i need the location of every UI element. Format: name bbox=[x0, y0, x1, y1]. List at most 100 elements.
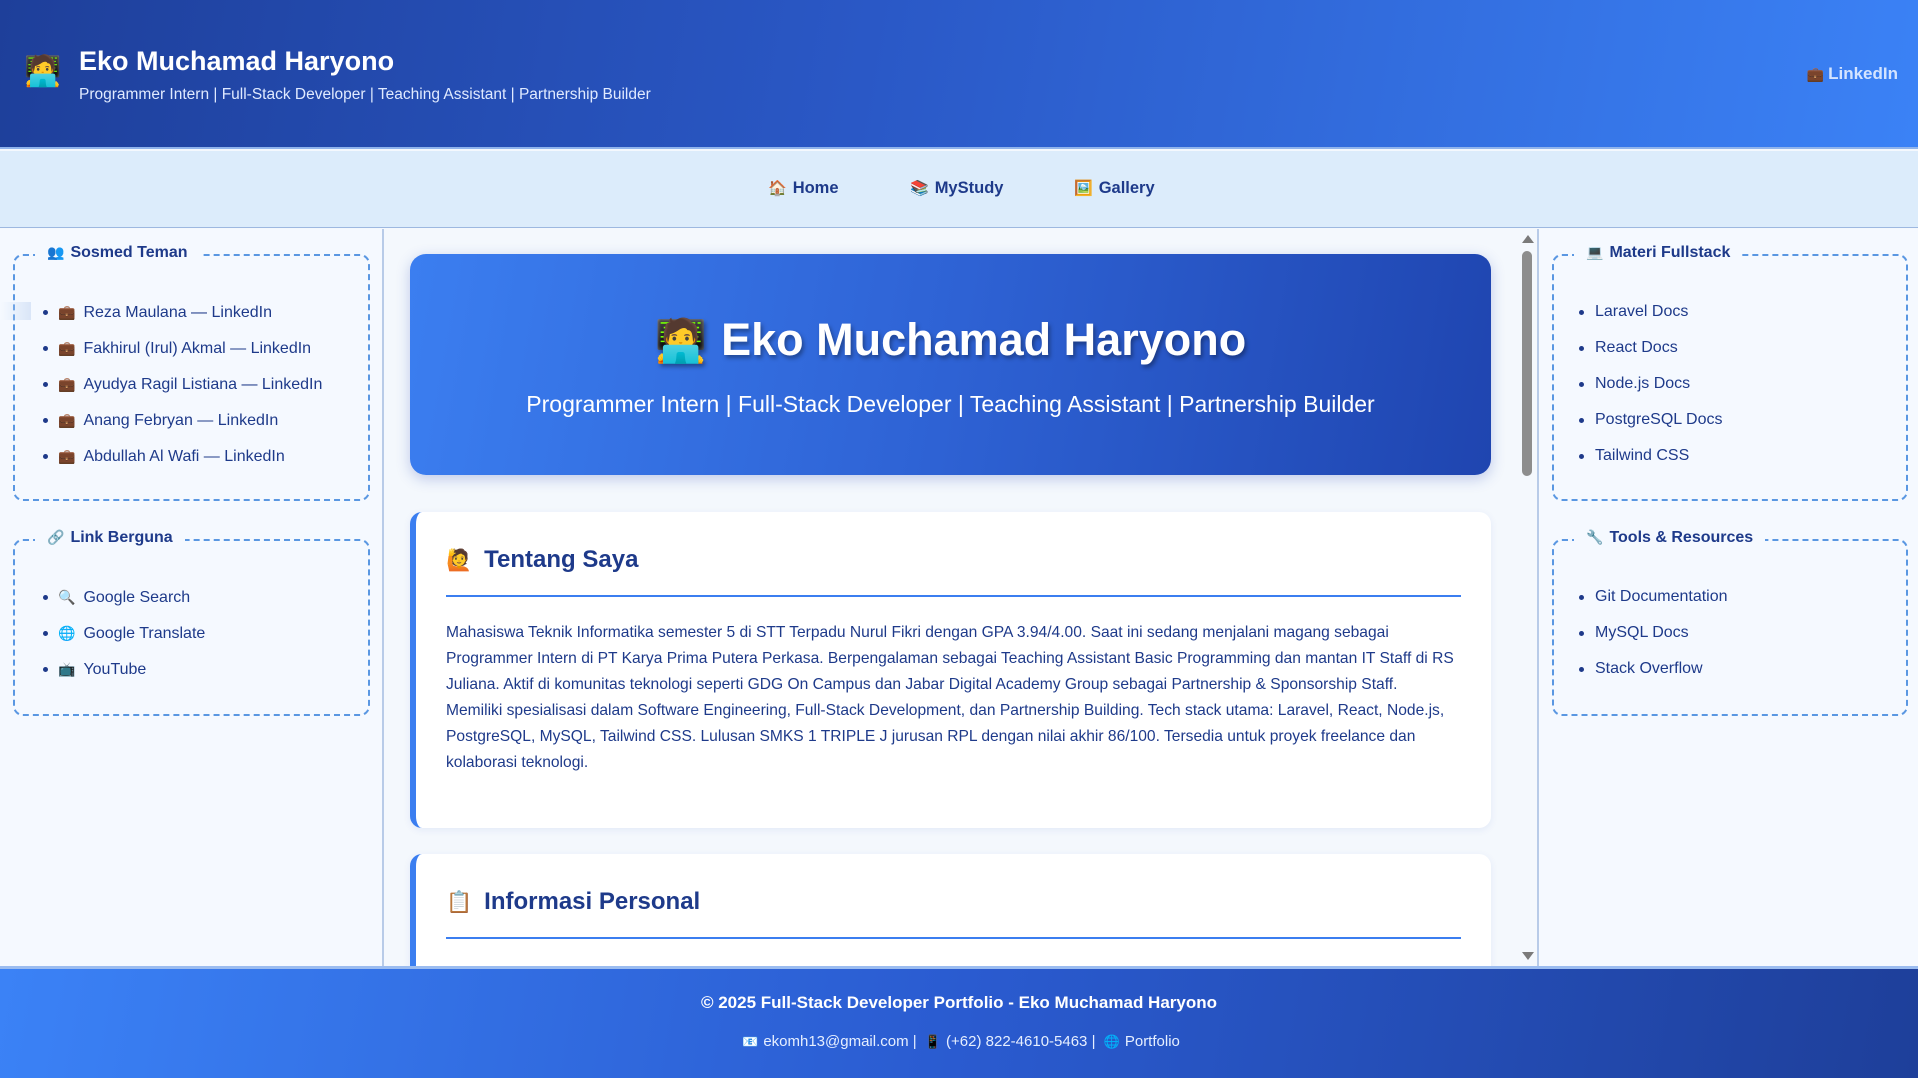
main-scrollbar[interactable] bbox=[1518, 229, 1536, 966]
tools-resources-box: 🔧 Tools & Resources Git Documentation MyS… bbox=[1552, 529, 1908, 716]
nav-item-gallery[interactable]: 🖼️ Gallery bbox=[1074, 179, 1155, 198]
list-item[interactable]: React Docs bbox=[1554, 336, 1906, 372]
list-item[interactable]: 💼 Ayudya Ragil Listiana — LinkedIn bbox=[15, 372, 368, 408]
tv-icon: 📺 bbox=[58, 661, 76, 677]
about-paragraph-1: Mahasiswa Teknik Informatika semester 5 … bbox=[446, 624, 1454, 693]
tools-resources-title: Tools & Resources bbox=[1609, 529, 1754, 546]
list-item[interactable]: Git Documentation bbox=[1554, 585, 1906, 621]
briefcase-icon: 💼 bbox=[58, 412, 76, 428]
email-link[interactable]: ekomh13@gmail.com bbox=[763, 1033, 908, 1050]
git-docs-link[interactable]: Git Documentation bbox=[1595, 588, 1728, 605]
list-item[interactable]: 📺 YouTube bbox=[15, 657, 368, 693]
personal-info-card: 📋 Informasi Personal bbox=[410, 854, 1491, 966]
hero-title: 🧑‍💻 Eko Muchamad Haryono bbox=[410, 314, 1491, 366]
globe-icon: 🌐 bbox=[58, 625, 76, 641]
list-item[interactable]: 💼 Anang Febryan — LinkedIn bbox=[15, 408, 368, 444]
copyright-text: © 2025 Full-Stack Developer Portfolio - … bbox=[700, 993, 1218, 1012]
phone-link[interactable]: (+62) 822-4610-5463 bbox=[946, 1033, 1087, 1050]
nodejs-docs-link[interactable]: Node.js Docs bbox=[1595, 375, 1690, 392]
briefcase-icon: 💼 bbox=[58, 304, 76, 320]
react-docs-link[interactable]: React Docs bbox=[1595, 339, 1678, 356]
briefcase-icon: 💼 bbox=[58, 448, 76, 464]
divider bbox=[446, 937, 1461, 939]
hero-banner: 🧑‍💻 Eko Muchamad Haryono Programmer Inter… bbox=[410, 254, 1491, 475]
friend-link[interactable]: Reza Maulana — LinkedIn bbox=[83, 304, 272, 321]
list-item[interactable]: Laravel Docs bbox=[1554, 300, 1906, 336]
briefcase-icon: 💼 bbox=[58, 376, 76, 392]
laptop-icon: 💻 bbox=[1586, 244, 1604, 260]
email-icon: 📧 bbox=[742, 1034, 759, 1049]
clipboard-icon: 📋 bbox=[446, 891, 473, 914]
left-sidebar: 👥 Sosmed Teman 💼 Reza Maulana — LinkedIn 💼… bbox=[0, 229, 384, 966]
nav-item-mystudy[interactable]: 📚 MyStudy bbox=[910, 179, 1003, 198]
postgresql-docs-link[interactable]: PostgreSQL Docs bbox=[1595, 411, 1722, 428]
right-sidebar: 💻 Materi Fullstack Laravel Docs React Doc… bbox=[1537, 229, 1918, 966]
materi-fullstack-box: 💻 Materi Fullstack Laravel Docs React Doc… bbox=[1552, 244, 1908, 501]
portfolio-link[interactable]: Portfolio bbox=[1125, 1033, 1180, 1050]
materi-list: Laravel Docs React Docs Node.js Docs Pos… bbox=[1554, 300, 1906, 480]
briefcase-icon: 💼 bbox=[58, 340, 76, 356]
google-search-link[interactable]: Google Search bbox=[83, 589, 190, 606]
list-item[interactable]: 🌐 Google Translate bbox=[15, 621, 368, 657]
nav-label: Home bbox=[792, 179, 839, 197]
useful-links-list: 🔍 Google Search 🌐 Google Translate 📺 YouTub… bbox=[15, 585, 368, 693]
google-translate-link[interactable]: Google Translate bbox=[83, 625, 205, 642]
list-item[interactable]: Node.js Docs bbox=[1554, 372, 1906, 408]
list-item[interactable]: MySQL Docs bbox=[1554, 621, 1906, 657]
about-card: 🙋 Tentang Saya Mahasiswa Teknik Informati… bbox=[410, 512, 1491, 828]
tools-resources-heading: 🔧 Tools & Resources bbox=[1574, 529, 1766, 547]
scroll-thumb[interactable] bbox=[1522, 251, 1532, 476]
link-berguna-title: Link Berguna bbox=[70, 529, 173, 546]
main-content[interactable]: 🧑‍💻 Eko Muchamad Haryono Programmer Inter… bbox=[386, 229, 1536, 966]
scroll-down-arrow-icon[interactable] bbox=[1522, 952, 1534, 960]
tools-list: Git Documentation MySQL Docs Stack Overf… bbox=[1554, 585, 1906, 693]
personal-info-title: Informasi Personal bbox=[484, 888, 701, 915]
developer-avatar-icon: 🧑‍💻 bbox=[24, 55, 62, 88]
materi-fullstack-title: Materi Fullstack bbox=[1609, 244, 1731, 261]
linkedin-link[interactable]: 💼 LinkedIn bbox=[1807, 64, 1898, 84]
stack-overflow-link[interactable]: Stack Overflow bbox=[1595, 660, 1703, 677]
friend-link[interactable]: Anang Febryan — LinkedIn bbox=[83, 412, 278, 429]
briefcase-icon: 💼 bbox=[1806, 66, 1825, 82]
sosmed-teman-box: 👥 Sosmed Teman 💼 Reza Maulana — LinkedIn 💼… bbox=[1, 244, 370, 501]
people-icon: 👥 bbox=[47, 244, 65, 260]
nav-label: Gallery bbox=[1098, 179, 1155, 197]
site-title: Eko Muchamad Haryono bbox=[79, 46, 395, 76]
friend-link[interactable]: Ayudya Ragil Listiana — LinkedIn bbox=[83, 376, 322, 393]
hero-subtitle: Programmer Intern | Full-Stack Developer… bbox=[526, 391, 1375, 417]
list-item[interactable]: 💼 Reza Maulana — LinkedIn bbox=[1, 300, 368, 336]
house-icon: 🏠 bbox=[768, 180, 787, 197]
site-footer: © 2025 Full-Stack Developer Portfolio - … bbox=[0, 966, 1918, 1078]
main-nav: 🏠 Home 📚 MyStudy 🖼️ Gallery bbox=[0, 151, 1918, 228]
youtube-link[interactable]: YouTube bbox=[83, 661, 146, 678]
laravel-docs-link[interactable]: Laravel Docs bbox=[1595, 303, 1688, 320]
about-title: Tentang Saya bbox=[484, 546, 639, 573]
linkedin-label: LinkedIn bbox=[1828, 64, 1898, 83]
about-text: Mahasiswa Teknik Informatika semester 5 … bbox=[446, 620, 1461, 776]
hero-name: Eko Muchamad Haryono bbox=[721, 314, 1247, 365]
list-item[interactable]: 💼 Abdullah Al Wafi — LinkedIn bbox=[15, 444, 368, 480]
friend-link[interactable]: Fakhirul (Irul) Akmal — LinkedIn bbox=[83, 340, 311, 357]
separator: | bbox=[912, 1033, 917, 1050]
personal-info-heading: 📋 Informasi Personal bbox=[446, 888, 700, 916]
wrench-icon: 🔧 bbox=[1586, 529, 1604, 545]
list-item[interactable]: 🔍 Google Search bbox=[15, 585, 368, 621]
tailwind-css-link[interactable]: Tailwind CSS bbox=[1595, 447, 1689, 464]
sosmed-list: 💼 Reza Maulana — LinkedIn 💼 Fakhirul (Irul… bbox=[1, 300, 368, 480]
friend-link[interactable]: Abdullah Al Wafi — LinkedIn bbox=[83, 448, 284, 465]
raising-hand-icon: 🙋 bbox=[446, 549, 473, 572]
nav-label: MyStudy bbox=[934, 179, 1004, 197]
list-item[interactable]: PostgreSQL Docs bbox=[1554, 408, 1906, 444]
mysql-docs-link[interactable]: MySQL Docs bbox=[1595, 624, 1689, 641]
about-paragraph-2: Memiliki spesialisasi dalam Software Eng… bbox=[446, 702, 1445, 771]
phone-icon: 📱 bbox=[924, 1034, 942, 1049]
sosmed-teman-heading: 👥 Sosmed Teman bbox=[35, 244, 200, 262]
scroll-up-arrow-icon[interactable] bbox=[1522, 235, 1534, 243]
list-item[interactable]: Stack Overflow bbox=[1554, 657, 1906, 693]
globe-icon: 🌐 bbox=[1103, 1034, 1120, 1049]
list-item[interactable]: Tailwind CSS bbox=[1554, 444, 1906, 480]
list-item[interactable]: 💼 Fakhirul (Irul) Akmal — LinkedIn bbox=[15, 336, 368, 372]
books-icon: 📚 bbox=[910, 180, 929, 197]
nav-item-home[interactable]: 🏠 Home bbox=[768, 179, 839, 198]
link-icon: 🔗 bbox=[47, 529, 65, 545]
